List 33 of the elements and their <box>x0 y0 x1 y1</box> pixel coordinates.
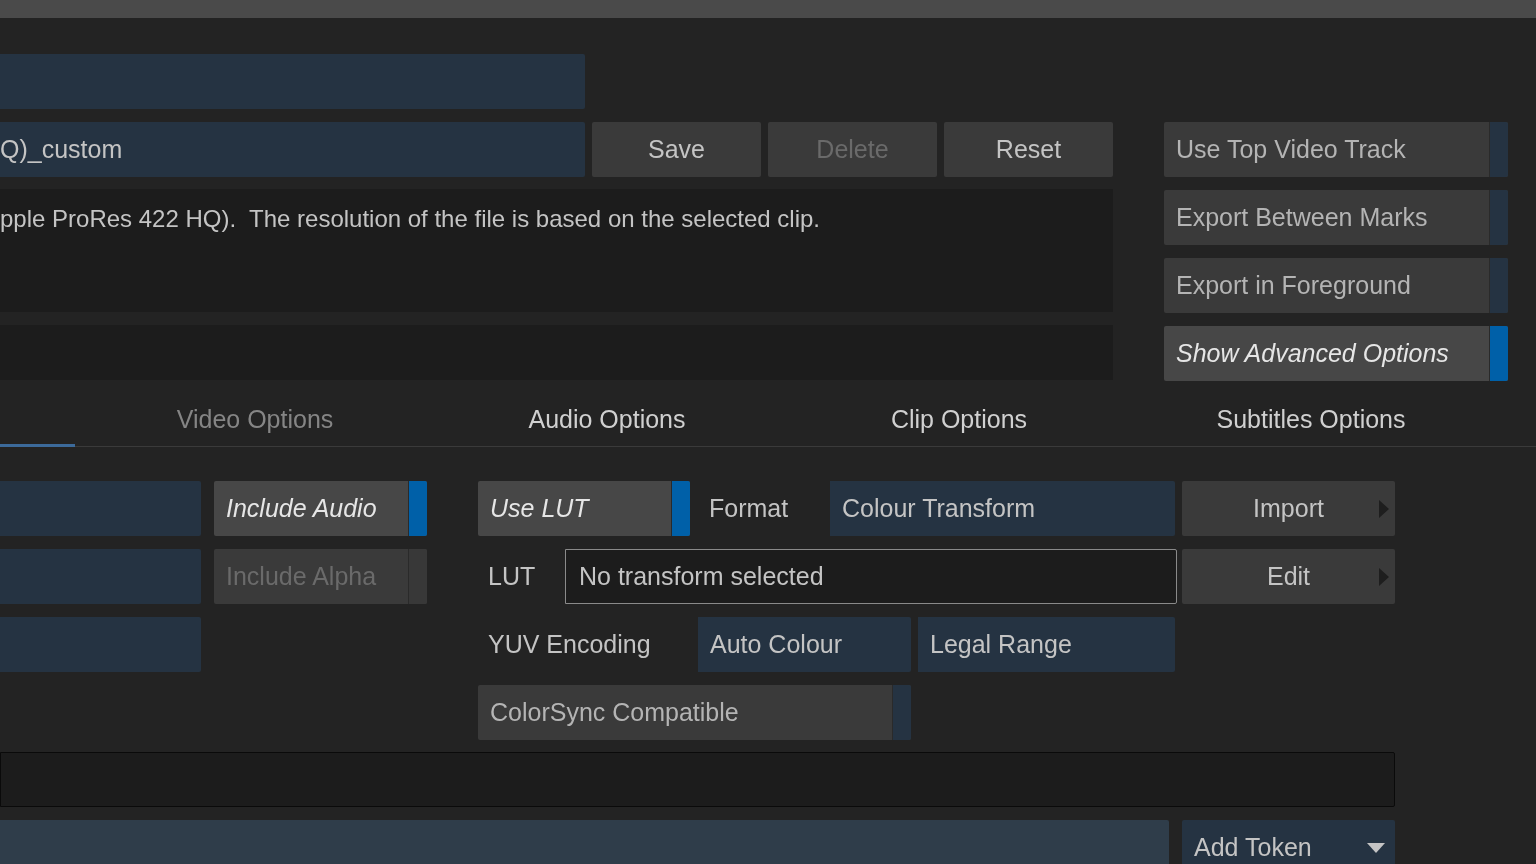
toggle-button[interactable]: Use Top Video Track <box>1164 122 1508 177</box>
toggle-button[interactable]: Include Audio <box>214 481 427 536</box>
toggle-button[interactable]: ColorSync Compatible <box>478 685 911 740</box>
preset-button[interactable]: Reset <box>944 122 1113 177</box>
import-button[interactable]: Import <box>1182 481 1395 536</box>
token-field[interactable] <box>0 820 1169 864</box>
caret-down-icon <box>1367 842 1385 853</box>
description-text: pple ProRes 422 HQ). The resolution of the file is based on the selected clip. <box>0 189 1113 312</box>
toggle-button[interactable]: Use LUT <box>478 481 690 536</box>
format-dropdown[interactable]: Colour Transform <box>830 481 1175 536</box>
caret-right-icon <box>1379 567 1389 586</box>
toggle-button[interactable]: Export Between Marks <box>1164 190 1508 245</box>
preset-name-field[interactable]: Q)_custom <box>0 122 585 177</box>
yuv-dropdown[interactable]: Auto Colour <box>698 617 911 672</box>
option-field[interactable] <box>0 617 201 672</box>
caret-right-icon <box>1379 499 1389 518</box>
toggle-button[interactable]: Export in Foreground <box>1164 258 1508 313</box>
toggle-button[interactable]: Show Advanced Options <box>1164 326 1508 381</box>
yuv-encoding-label: YUV Encoding <box>488 630 651 658</box>
option-field[interactable] <box>0 481 201 536</box>
preset-field[interactable] <box>0 54 585 109</box>
tab[interactable]: Subtitles Options <box>1135 395 1487 446</box>
edit-button[interactable]: Edit <box>1182 549 1395 604</box>
lut-input[interactable]: No transform selected <box>565 549 1177 604</box>
tab[interactable]: Audio Options <box>431 395 783 446</box>
format-label: Format <box>709 494 789 522</box>
lut-label: LUT <box>488 562 536 590</box>
range-dropdown[interactable]: Legal Range <box>918 617 1175 672</box>
filename-field[interactable] <box>0 752 1395 807</box>
add-token-dropdown[interactable]: Add Token <box>1182 820 1395 864</box>
preset-button[interactable]: Save <box>592 122 761 177</box>
option-field[interactable] <box>0 549 201 604</box>
tab[interactable]: Clip Options <box>783 395 1135 446</box>
